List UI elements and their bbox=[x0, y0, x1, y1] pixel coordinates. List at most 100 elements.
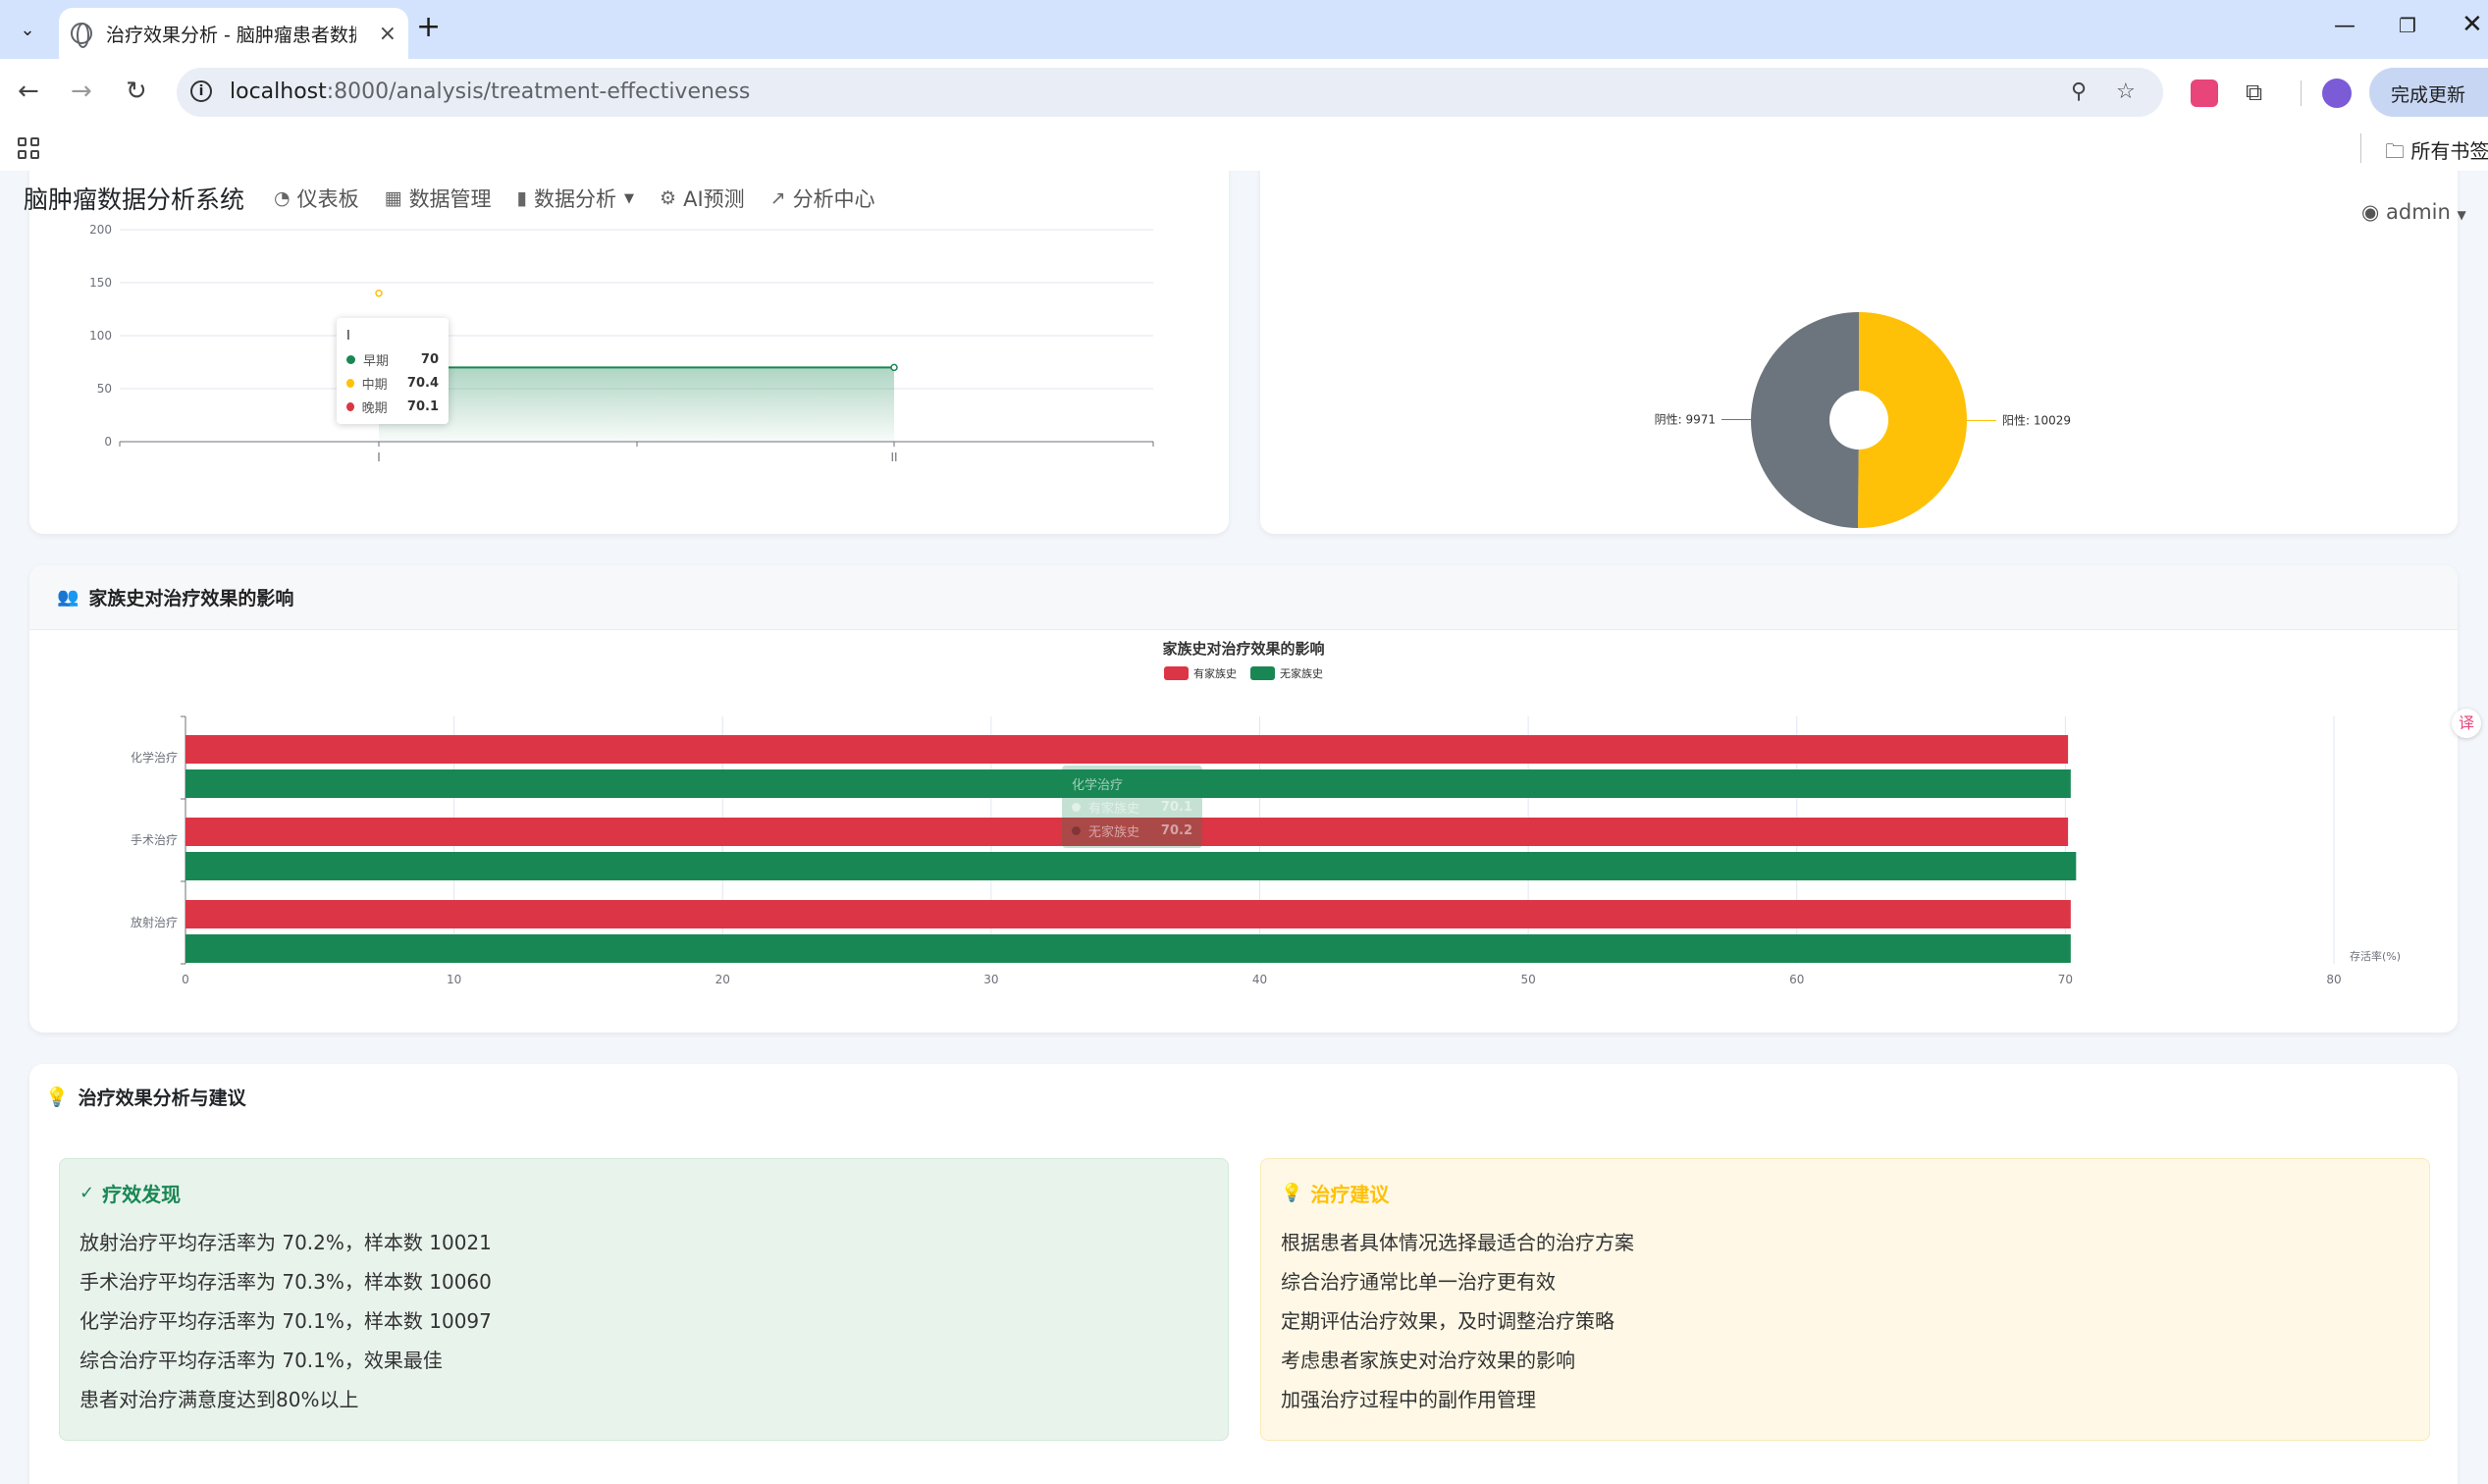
advice-item: 考虑患者家族史对治疗效果的影响 bbox=[1281, 1349, 1575, 1372]
legend-dot bbox=[346, 401, 354, 411]
nav-ai-prediction[interactable]: ⚙ AI预测 bbox=[660, 184, 745, 213]
card-header: 👥 家族史对治疗效果的影响 bbox=[29, 565, 2458, 630]
all-bookmarks-folder[interactable]: 🗀 所有书签 bbox=[2385, 135, 2488, 171]
tooltip-series-name: 早期 bbox=[363, 353, 390, 369]
forward-arrow-icon[interactable]: → bbox=[71, 75, 92, 108]
close-icon[interactable]: × bbox=[379, 22, 397, 46]
bar-with-family-history bbox=[185, 735, 2069, 764]
card-title: 家族史对治疗效果的影响 bbox=[88, 588, 294, 610]
x-tick-label: 20 bbox=[715, 973, 730, 986]
top-navbar: 脑肿瘤数据分析系统 ◔ 仪表板 ▦ 数据管理 ▮ 数据分析 ▼ ⚙ AI预测 ↗ 分析中心 bbox=[0, 171, 1237, 226]
site-info-icon[interactable]: i bbox=[190, 80, 212, 102]
family-history-bar-chart: 家族史对治疗效果的影响有家族史 无家族史0 10 20 30 40 50 60 70 80存活率(… bbox=[131, 640, 2401, 986]
y-tick-label: 100 bbox=[89, 329, 112, 343]
tooltip-row: 无家族史 70.2 bbox=[1072, 819, 1192, 842]
users-icon: 👥 bbox=[57, 587, 79, 608]
brand-title[interactable]: 脑肿瘤数据分析系统 bbox=[24, 181, 244, 216]
browser-tab-active[interactable]: 治疗效果分析 - 脑肿瘤患者数据 × bbox=[59, 8, 408, 59]
user-menu[interactable]: ◉ admin ▼ bbox=[2361, 200, 2466, 224]
analysis-advice-card: 💡 治疗效果分析与建议 ✓ 疗效发现 放射治疗平均存活率为 70.2%，样本数 10… bbox=[29, 1064, 2458, 1484]
bookmarks-bar: 🗀 所有书签 bbox=[0, 126, 2488, 171]
address-bar[interactable]: i localhost:8000/analysis/treatment-effe… bbox=[177, 68, 2163, 117]
nav-dashboard[interactable]: ◔ 仪表板 bbox=[274, 184, 359, 213]
tooltip-series-value: 70.2 bbox=[1160, 822, 1192, 838]
tooltip-row: 早期 70 bbox=[346, 347, 439, 371]
legend-label: 无家族史 bbox=[1280, 666, 1323, 680]
pie-label: 阳性: 10029 bbox=[2002, 414, 2071, 428]
puzzle-extensions-icon[interactable]: ⧉ bbox=[2246, 79, 2262, 106]
browser-toolbar: ← → ↻ i localhost:8000/analysis/treatmen… bbox=[0, 59, 2488, 126]
findings-title-text: 疗效发现 bbox=[102, 1183, 182, 1206]
translate-float-icon[interactable]: 译 bbox=[2452, 709, 2481, 738]
x-tick-label: 40 bbox=[1252, 973, 1267, 986]
x-tick-label: 80 bbox=[2326, 973, 2341, 986]
advice-item: 根据患者具体情况选择最适合的治疗方案 bbox=[1281, 1231, 1634, 1254]
minimize-icon[interactable]: — bbox=[2334, 14, 2356, 38]
tooltip-header: I bbox=[346, 328, 350, 344]
legend-dot bbox=[346, 378, 354, 388]
apps-grid-icon[interactable] bbox=[18, 137, 39, 159]
finding-item: 患者对治疗满意度达到80%以上 bbox=[79, 1388, 359, 1411]
advice-title: 💡 治疗建议 bbox=[1281, 1179, 2409, 1207]
star-bookmark-icon[interactable]: ☆ bbox=[2116, 80, 2136, 104]
advice-title-text: 治疗建议 bbox=[1310, 1183, 1390, 1206]
y-tick-label: 50 bbox=[97, 382, 112, 396]
bar-with-family-history bbox=[185, 900, 2071, 928]
robot-icon: ⚙ bbox=[660, 187, 677, 209]
findings-panel: ✓ 疗效发现 放射治疗平均存活率为 70.2%，样本数 10021 手术治疗平均存… bbox=[59, 1158, 1229, 1441]
legend-swatch bbox=[1164, 666, 1189, 680]
window-close-icon[interactable]: ✕ bbox=[2462, 10, 2483, 39]
translate-extension-icon[interactable] bbox=[2191, 80, 2218, 107]
x-tick-label: 70 bbox=[2058, 973, 2073, 986]
y-tick-label: 手术治疗 bbox=[131, 833, 178, 847]
bar-without-family-history bbox=[185, 934, 2071, 963]
tooltip-series-name: 中期 bbox=[361, 377, 388, 393]
nav-label: AI预测 bbox=[683, 187, 745, 211]
user-circle-icon: ◉ bbox=[2361, 200, 2380, 224]
reload-icon[interactable]: ↻ bbox=[126, 75, 147, 108]
bookmarks-divider bbox=[2360, 133, 2361, 163]
toolbar-divider bbox=[2301, 80, 2302, 106]
nav-analysis-center[interactable]: ↗ 分析中心 bbox=[770, 184, 875, 213]
tooltip-series-name: 有家族史 bbox=[1088, 801, 1140, 817]
x-tick-label: 30 bbox=[983, 973, 998, 986]
restore-icon[interactable]: ❐ bbox=[2399, 14, 2416, 37]
x-tick-label: 50 bbox=[1520, 973, 1535, 986]
stage-chart-tooltip: I 早期 70 中期 70.4 晚期 70.1 bbox=[337, 318, 449, 424]
browser-tab-strip: ⌄ 治疗效果分析 - 脑肿瘤患者数据 × + — ❐ ✕ bbox=[0, 0, 2488, 59]
page-content: 0 50 100 150 200 I II I 早期 70 中期 70.4 晚期 70.1 阳性:… bbox=[0, 171, 2488, 1484]
family-chart-tooltip: 化学治疗 有家族史 70.1 无家族史 70.2 bbox=[1062, 766, 1202, 848]
data-point-mid bbox=[375, 290, 383, 297]
url-text[interactable]: localhost:8000/analysis/treatment-effect… bbox=[230, 80, 750, 104]
nav-data-analysis-dropdown[interactable]: ▮ 数据分析 ▼ bbox=[517, 184, 634, 213]
nav-label: 数据分析 bbox=[534, 187, 617, 211]
zoom-icon[interactable]: ⚲ bbox=[2071, 80, 2087, 104]
update-button[interactable]: 完成更新 bbox=[2369, 68, 2488, 117]
x-axis-label: 存活率(%) bbox=[2350, 949, 2401, 963]
table-icon: ▦ bbox=[384, 187, 402, 209]
new-tab-plus-icon[interactable]: + bbox=[416, 13, 441, 42]
pie-slice-positive bbox=[1857, 312, 1968, 528]
profile-avatar[interactable] bbox=[2322, 79, 2352, 108]
x-tick-label: 60 bbox=[1789, 973, 1804, 986]
nav-label: 仪表板 bbox=[296, 187, 359, 211]
dashboard-icon: ◔ bbox=[274, 187, 291, 209]
back-arrow-icon[interactable]: ← bbox=[18, 75, 39, 108]
line-chart-icon: ↗ bbox=[769, 187, 786, 209]
marker-pie-card: 阳性: 10029 阴性: 9971 bbox=[1260, 171, 2458, 534]
tab-search-chevron-icon[interactable]: ⌄ bbox=[10, 12, 45, 47]
nav-data-management[interactable]: ▦ 数据管理 bbox=[385, 184, 492, 213]
legend-dot bbox=[1072, 825, 1081, 835]
findings-title: ✓ 疗效发现 bbox=[79, 1179, 1208, 1207]
family-history-card: 👥 家族史对治疗效果的影响 家族史对治疗效果的影响 有家族史 无家族史 0 10 20 30 4… bbox=[29, 565, 2458, 1033]
check-circle-icon: ✓ bbox=[79, 1183, 95, 1203]
y-tick-label: 150 bbox=[89, 276, 112, 290]
nav-label: 数据管理 bbox=[408, 187, 492, 211]
legend-dot bbox=[346, 354, 355, 364]
legend-dot bbox=[1072, 802, 1081, 812]
advice-item: 综合治疗通常比单一治疗更有效 bbox=[1281, 1270, 1556, 1294]
lightbulb-icon: 💡 bbox=[1281, 1183, 1303, 1203]
tooltip-series-value: 70.1 bbox=[406, 398, 439, 414]
nav-label: 分析中心 bbox=[792, 187, 875, 211]
username: admin bbox=[2386, 200, 2451, 224]
